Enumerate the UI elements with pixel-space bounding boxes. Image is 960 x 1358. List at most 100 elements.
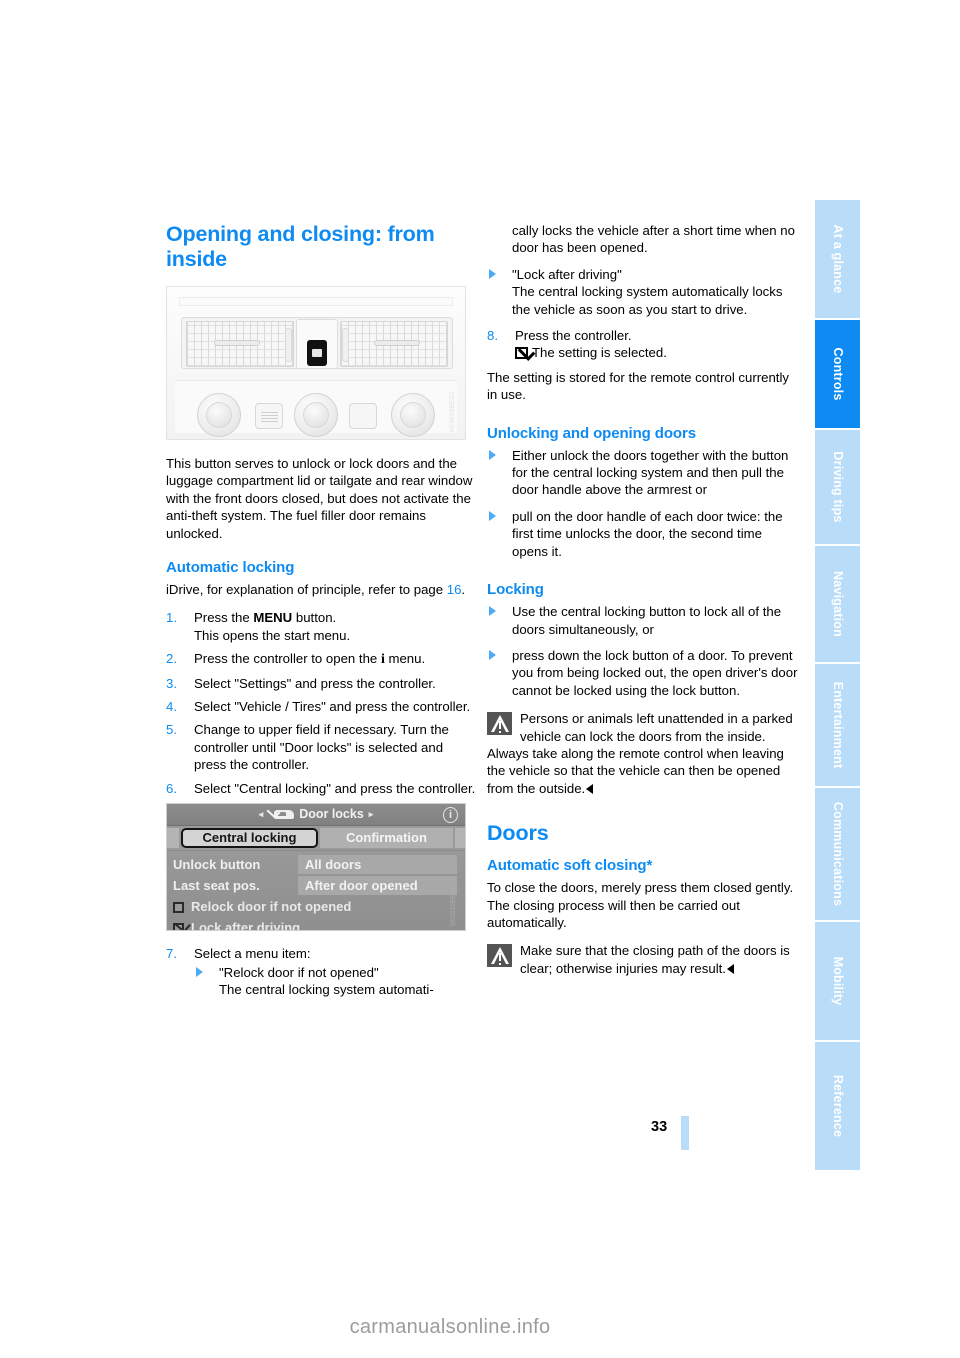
- heading-locking: Locking: [487, 581, 544, 599]
- thumb-tab-entertainment[interactable]: Entertainment: [815, 664, 860, 786]
- step-text-after: menu.: [384, 651, 426, 667]
- idrive-ref-period: .: [461, 582, 466, 598]
- climate-button-left: [255, 403, 283, 429]
- thumb-tab-controls[interactable]: Controls: [815, 320, 860, 428]
- step-7-bullets: "Relock door if not opened" The central l…: [194, 964, 478, 999]
- dashboard-top-trim: [179, 297, 453, 306]
- triangle-bullet-icon: [489, 449, 496, 460]
- step-number: 6.: [166, 780, 177, 796]
- warning-note-soft-closing: Make sure that the closing path of the d…: [487, 942, 799, 977]
- checked-checkbox-icon: [515, 347, 528, 360]
- idrive-checkbox-relock-door: Relock door if not opened: [167, 897, 465, 917]
- idrive-settings-rows: Unlock button All doors Last seat pos. A…: [167, 851, 465, 931]
- warning-triangle-icon: [487, 712, 512, 736]
- automatic-locking-steps: 1. Press the MENU button. This opens the s…: [166, 609, 478, 797]
- exclamation-mark: [498, 953, 501, 965]
- figure-center-console: VE0020BEDZ: [166, 286, 466, 440]
- thumb-tab-reference[interactable]: Reference: [815, 1042, 860, 1170]
- thumb-tab-mobility[interactable]: Mobility: [815, 922, 860, 1040]
- tab-edge-left: [167, 828, 179, 849]
- thumb-index: At a glance Controls Driving tips Naviga…: [815, 200, 860, 1170]
- step-3: 3. Select "Settings" and press the contro…: [166, 675, 478, 692]
- idrive-reference-paragraph: iDrive, for explanation of principle, re…: [166, 581, 478, 598]
- thumb-tab-communications[interactable]: Communications: [815, 788, 860, 920]
- warning-note-locking: Persons or animals left unattended in a …: [487, 710, 799, 797]
- exclamation-mark: [498, 721, 501, 733]
- step-6: 6. Select "Central locking" and press the…: [166, 780, 478, 797]
- thumb-label: Navigation: [830, 571, 845, 637]
- step-8: 8. Press the controller. The setting is s…: [487, 327, 799, 362]
- air-vent-strip: [181, 317, 453, 369]
- vehicle-check-icon: [266, 805, 295, 821]
- step-text-before: Press the: [194, 610, 254, 626]
- thumb-tab-driving-tips[interactable]: Driving tips: [815, 430, 860, 544]
- console-illustration: VE0020BEDZ: [167, 287, 465, 439]
- climate-knob-left: [197, 393, 241, 437]
- step-number: 3.: [166, 675, 177, 691]
- step-number: 1.: [166, 610, 177, 626]
- bullet-body: The central locking system automatically…: [512, 284, 783, 317]
- warning-text: Make sure that the closing path of the d…: [520, 943, 790, 976]
- central-locking-button-icon: [307, 340, 327, 366]
- site-watermark: carmanualsonline.info: [349, 1316, 551, 1338]
- checkbox-unchecked-icon: [173, 901, 184, 913]
- chevron-right-icon: ▸: [368, 808, 374, 819]
- tab-edge-right: [455, 828, 465, 849]
- warning-text: Persons or animals left unattended in a …: [487, 711, 793, 796]
- step-number: 2.: [166, 651, 177, 667]
- bullet-body: The central locking system automati-: [219, 981, 434, 997]
- bullet-title: "Relock door if not opened": [219, 964, 379, 980]
- end-of-note-marker: [586, 783, 594, 794]
- bullet-relock-door: "Relock door if not opened" The central l…: [194, 964, 478, 999]
- step-8-list: 8. Press the controller. The setting is s…: [487, 327, 799, 362]
- manual-page: Opening and closing: from inside VE0020B…: [0, 0, 960, 1358]
- step-4: 4. Select "Vehicle / Tires" and press the…: [166, 698, 478, 715]
- triangle-bullet-icon: [489, 606, 496, 617]
- step-text: Select a menu item:: [194, 946, 311, 962]
- triangle-bullet-icon: [489, 268, 496, 279]
- page-marker-bar: [681, 1116, 689, 1150]
- triangle-bullet-icon: [489, 510, 496, 521]
- climate-knob-center: [294, 393, 338, 437]
- heading-doors: Doors: [487, 821, 549, 846]
- idrive-screen: ◂ Door locks ▸ i Central locking Confirm…: [167, 804, 465, 931]
- idrive-ref-text: iDrive, for explanation of principle, re…: [166, 582, 447, 598]
- triangle-bullet-icon: [196, 966, 203, 977]
- figure-code: VE0020BEDZ: [450, 885, 457, 927]
- thumb-label: Reference: [830, 1074, 845, 1138]
- thumb-label: Entertainment: [830, 681, 845, 769]
- heading-automatic-soft-closing: Automatic soft closing*: [487, 857, 653, 875]
- thumb-label: Communications: [830, 801, 845, 907]
- hazard-button-left: [285, 328, 292, 362]
- hazard-button-right: [342, 328, 349, 362]
- figure-code: VE0020BEDZ: [449, 390, 456, 432]
- vent-slider-right: [374, 340, 420, 346]
- locking-bullets: Use the central locking button to lock a…: [487, 603, 799, 699]
- step-number: 4.: [166, 699, 177, 715]
- bullet-pull-handle-twice: pull on the door handle of each door twi…: [487, 508, 799, 560]
- page-reference-link[interactable]: 16: [447, 582, 462, 597]
- thumb-tab-at-a-glance[interactable]: At a glance: [815, 200, 860, 318]
- idrive-checkbox-lock-after-driving: Lock after driving: [167, 918, 465, 931]
- step-number: 8.: [487, 328, 498, 344]
- idrive-title: Door locks: [299, 806, 364, 821]
- bullet-unlock-with-button: Either unlock the doors together with th…: [487, 447, 799, 499]
- idrive-titlebar: ◂ Door locks ▸ i: [167, 804, 465, 827]
- lock-after-driving-bullets: "Lock after driving" The central locking …: [487, 266, 799, 318]
- right-column: cally locks the vehicle after a short ti…: [487, 222, 799, 988]
- vent-slider-left: [214, 340, 260, 346]
- soft-closing-body: To close the doors, merely press them cl…: [487, 880, 794, 930]
- bullet-text: Use the central locking button to lock a…: [512, 604, 782, 637]
- step-5: 5. Change to upper field if necessary. Tu…: [166, 721, 478, 773]
- step-text: Select "Vehicle / Tires" and press the c…: [194, 699, 471, 715]
- bullet-press-lock-button: press down the lock button of a door. To…: [487, 647, 799, 699]
- bullet-lock-after-driving: "Lock after driving" The central locking …: [487, 266, 799, 318]
- thumb-tab-navigation[interactable]: Navigation: [815, 546, 860, 662]
- step-subtext: The setting is selected.: [532, 345, 667, 361]
- step-text: Change to upper field if necessary. Turn…: [194, 722, 449, 773]
- idrive-row-last-seat-pos: Last seat pos. After door opened: [167, 876, 465, 896]
- step-number: 7.: [166, 946, 177, 962]
- idrive-tab-central-locking: Central locking: [181, 828, 318, 849]
- bullet-text: Either unlock the doors together with th…: [512, 447, 789, 498]
- footer-watermark-row: carmanualsonline.info: [0, 1316, 960, 1339]
